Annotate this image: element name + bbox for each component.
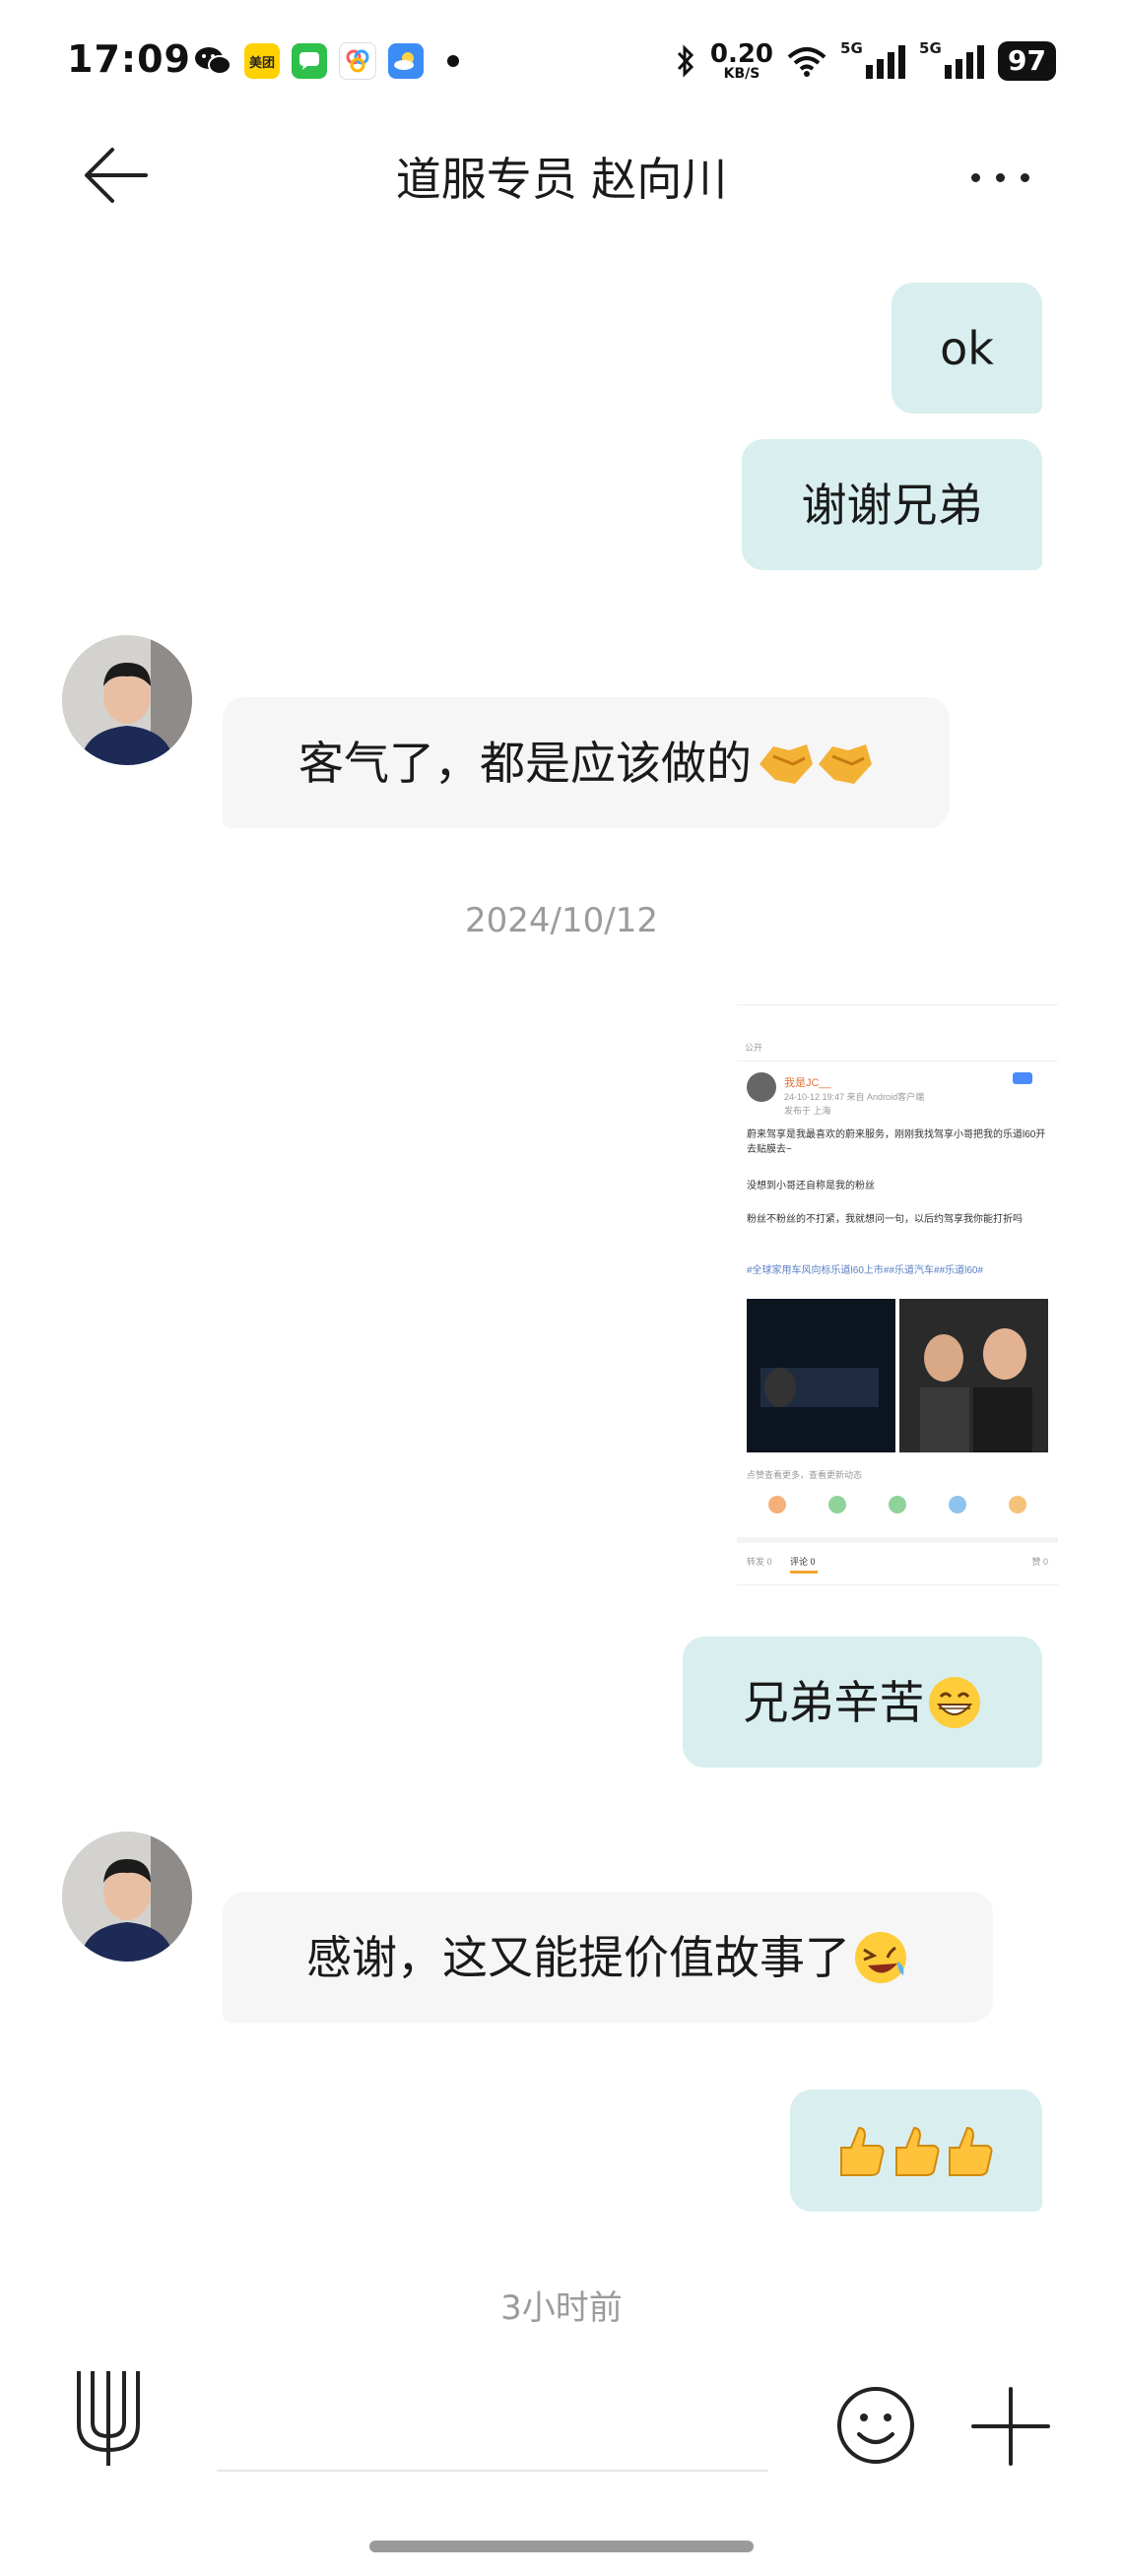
handshake-emoji bbox=[760, 743, 872, 784]
meituan-icon: 美团 bbox=[244, 43, 280, 79]
post-photos bbox=[747, 1299, 1048, 1452]
message-bubble-outgoing[interactable]: ok bbox=[892, 283, 1042, 414]
timestamp: 3小时前 bbox=[500, 2288, 623, 2328]
signal-1-icon: 5G bbox=[840, 39, 906, 79]
message-bubble-incoming[interactable]: 感谢，这又能提价值故事了 bbox=[223, 1892, 993, 2023]
message-text: 客气了，都是应该做的 bbox=[298, 736, 752, 790]
more-button[interactable] bbox=[956, 158, 1044, 197]
post-tab-underline bbox=[790, 1571, 818, 1574]
status-time: 17:09 bbox=[67, 37, 191, 81]
post-paragraph-3: 粉丝不粉丝的不打紧，我就想问一句，以后约驾享我你能打折吗 bbox=[747, 1214, 1023, 1225]
add-attachment-button[interactable] bbox=[969, 2385, 1052, 2468]
voice-button[interactable] bbox=[71, 2367, 146, 2470]
avatar-photo bbox=[62, 1832, 192, 1962]
message-input[interactable] bbox=[217, 2383, 768, 2468]
signal-2-label: 5G bbox=[919, 39, 942, 57]
thumbs-up-emoji bbox=[840, 2126, 993, 2176]
wechat-icon bbox=[195, 47, 231, 75]
battery-icon: 97 bbox=[998, 41, 1056, 81]
home-indicator[interactable] bbox=[369, 2541, 754, 2552]
net-speed-unit: KB/S bbox=[723, 66, 760, 82]
post-paragraph-1: 蔚来驾享是我最喜欢的蔚来服务，刚刚我找驾享小哥把我的乐道l60开去贴膜去~ bbox=[747, 1129, 1046, 1155]
weather-icon bbox=[388, 43, 424, 79]
shared-screenshot-image[interactable]: 公开 我是JC__ 24-10-12 19:47 来自 Android客户端 发… bbox=[737, 1004, 1058, 1606]
post-paragraph-2: 没想到小哥还自称是我的粉丝 bbox=[747, 1181, 875, 1191]
message-text: 谢谢兄弟 bbox=[801, 478, 983, 532]
messages-icon bbox=[292, 43, 327, 79]
signal-1-label: 5G bbox=[840, 39, 863, 57]
laugh-emoji bbox=[855, 1931, 906, 1983]
net-speed-value: 0.20 bbox=[709, 39, 774, 69]
message-text: 兄弟辛苦 bbox=[743, 1675, 925, 1729]
message-bubble-outgoing[interactable] bbox=[790, 2090, 1042, 2212]
contact-avatar[interactable] bbox=[62, 635, 192, 765]
signal-2-icon: 5G bbox=[919, 39, 985, 79]
emoji-icon bbox=[837, 2387, 914, 2464]
post-author-avatar bbox=[747, 1072, 776, 1102]
post-tab-like: 赞 0 bbox=[1031, 1557, 1048, 1567]
system-status: 0.20 KB/S 5G 5G 97 bbox=[675, 39, 1056, 83]
more-notifications-dot bbox=[447, 55, 459, 67]
post-badge bbox=[1013, 1072, 1032, 1084]
network-speed: 0.20 KB/S bbox=[710, 41, 773, 81]
chat-title: 道服专员 赵向川 bbox=[395, 153, 728, 206]
voice-icon bbox=[77, 2371, 140, 2466]
more-icon bbox=[970, 172, 1029, 182]
notification-icons: 美团 bbox=[193, 41, 459, 81]
battery-level: 97 bbox=[1008, 44, 1046, 77]
timestamp: 2024/10/12 bbox=[465, 901, 658, 940]
grin-emoji bbox=[928, 1676, 980, 1728]
message-bubble-outgoing[interactable]: 兄弟辛苦 bbox=[683, 1637, 1042, 1768]
post-hint: 点赞查看更多，查看更新动态 bbox=[747, 1470, 863, 1480]
post-location: 发布于 上海 bbox=[784, 1106, 831, 1116]
bluetooth-icon bbox=[677, 44, 694, 78]
message-text: ok bbox=[940, 321, 994, 375]
post-hashtags: #全球家用车风向标乐道l60上市##乐道汽车##乐道l60# bbox=[747, 1265, 984, 1276]
plus-icon bbox=[971, 2387, 1050, 2466]
emoji-button[interactable] bbox=[835, 2385, 916, 2466]
post-meta: 24-10-12 19:47 来自 Android客户端 bbox=[784, 1092, 925, 1102]
input-underline bbox=[217, 2470, 768, 2472]
photos-icon bbox=[339, 42, 376, 80]
message-text: 感谢，这又能提价值故事了 bbox=[306, 1930, 850, 1984]
message-bubble-incoming[interactable]: 客气了，都是应该做的 bbox=[223, 697, 950, 828]
post-tab-comment: 评论 0 bbox=[790, 1557, 816, 1567]
post-visibility: 公开 bbox=[745, 1043, 763, 1053]
message-bubble-outgoing[interactable]: 谢谢兄弟 bbox=[742, 439, 1042, 570]
wifi-icon bbox=[787, 47, 826, 77]
post-share-row bbox=[747, 1496, 1048, 1513]
avatar-photo bbox=[62, 635, 192, 765]
post-tab-forward: 转发 0 bbox=[747, 1557, 772, 1567]
post-author-name: 我是JC__ bbox=[784, 1077, 831, 1089]
meituan-label: 美团 bbox=[248, 55, 275, 71]
contact-avatar[interactable] bbox=[62, 1832, 192, 1962]
